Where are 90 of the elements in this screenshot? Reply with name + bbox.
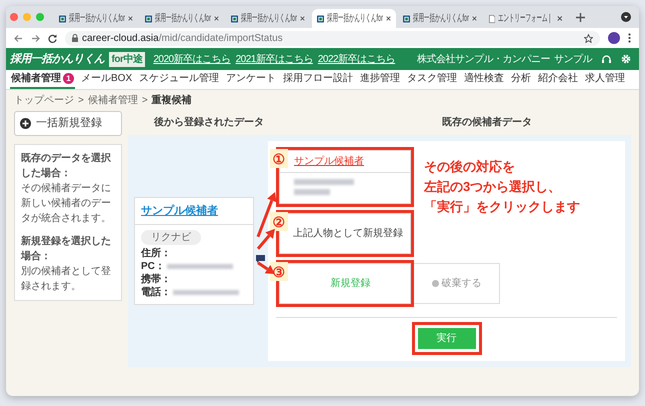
site-icon	[317, 14, 324, 24]
browser-tab[interactable]: 採用一括かんりくんfor	[140, 9, 224, 28]
nav-tab[interactable]: 候補者管理 1	[10, 70, 75, 89]
lock-icon	[72, 34, 78, 42]
tab-title: 採用一括かんりくんfor	[155, 12, 211, 26]
annotation-text: その後の対応を 左記の3つから選択し、 「実行」をクリックします	[424, 158, 580, 216]
browser-tab[interactable]: 採用一括かんりくんfor	[226, 9, 310, 28]
forward-icon[interactable]	[31, 34, 40, 42]
blurred-text	[294, 189, 330, 195]
dropdown-icon[interactable]	[621, 12, 631, 22]
close-icon[interactable]	[386, 15, 391, 22]
arrow	[257, 262, 275, 274]
source-tag: リクナビ	[141, 230, 201, 246]
close-icon[interactable]	[128, 15, 133, 22]
logo-text[interactable]: 採用一括かんりくん	[10, 50, 104, 68]
site-icon	[231, 14, 238, 24]
breadcrumb-separator: >	[142, 94, 148, 108]
column-heading: 既存の候補者データ	[442, 116, 532, 130]
browser-tab[interactable]: 採用一括かんりくんfor	[312, 9, 396, 28]
address-bar[interactable]: career-cloud.asia/mid/candidate/importStatus	[65, 30, 600, 46]
discard-option: 破棄する	[414, 263, 500, 304]
url-text: career-cloud.asia/mid/candidate/importStatus	[82, 32, 283, 46]
close-icon[interactable]	[472, 15, 477, 22]
window-control-dot[interactable]	[36, 13, 44, 21]
tab-title: 採用一括かんりくんfor	[69, 12, 125, 26]
nav-tab[interactable]: スケジュール管理	[138, 70, 220, 89]
new-tab-icon[interactable]	[576, 12, 585, 22]
close-icon[interactable]	[300, 15, 305, 22]
logo-badge: for中途	[108, 52, 146, 66]
step-number: ③	[270, 262, 288, 282]
close-icon[interactable]	[214, 15, 219, 22]
star-icon[interactable]	[584, 34, 593, 42]
bulk-register-button[interactable]: 一括新規登録	[14, 111, 122, 136]
site-icon	[145, 14, 152, 24]
document-icon	[489, 14, 496, 24]
header-link[interactable]: 2022新卒はこちら	[318, 52, 396, 66]
help-text: 別の候補者として登録されます。	[21, 264, 112, 294]
nav-tab[interactable]: メールBOX	[80, 70, 134, 89]
nav-tab[interactable]: アンケート	[225, 70, 278, 89]
nav-tab[interactable]: 適性検査	[463, 70, 506, 89]
site-icon	[59, 14, 66, 24]
nav-tab[interactable]: 紹介会社	[537, 70, 580, 89]
help-text: その候補者データに新しい候補者のデータが統合されます。	[21, 182, 112, 226]
help-heading: 新規登録を選択した場合：	[21, 234, 112, 264]
nav-tab[interactable]: 進捗管理	[359, 70, 402, 89]
field-label: PC：	[141, 260, 165, 274]
breadcrumb-item[interactable]: トップページ	[14, 93, 74, 108]
browser-tab[interactable]: エントリーフォーム |	[484, 9, 568, 28]
nav-tab[interactable]: タスク管理	[406, 70, 458, 89]
breadcrumb-item: 重複候補	[152, 94, 192, 108]
blurred-text	[294, 179, 354, 185]
field-label: 電話：	[141, 286, 171, 300]
tab-title: 採用一括かんりくんfor	[327, 12, 383, 26]
window-control-dot[interactable]	[10, 13, 18, 21]
comment-icon	[256, 254, 265, 263]
step-number: ①	[270, 149, 288, 168]
tab-title: 採用一括かんりくんfor	[241, 12, 297, 26]
window-control-dot[interactable]	[23, 13, 31, 21]
header-link[interactable]: 2021新卒はこちら	[236, 52, 313, 66]
menu-icon[interactable]	[628, 33, 631, 43]
reload-icon[interactable]	[48, 34, 57, 42]
nav-tab[interactable]: 求人管理	[584, 70, 626, 89]
candidate-link[interactable]: サンプル候補者	[294, 156, 364, 167]
count-badge: 1	[63, 73, 74, 84]
browser-tab[interactable]: 採用一括かんりくんfor	[398, 9, 482, 28]
user-name[interactable]: サンプル	[554, 52, 592, 66]
plus-circle-icon	[20, 118, 31, 129]
help-heading: 既存のデータを選択した場合：	[21, 152, 112, 180]
breadcrumb-item[interactable]: 候補者管理	[88, 93, 138, 108]
step-number: ②	[270, 212, 288, 232]
blurred-text	[173, 290, 239, 296]
header-link[interactable]: 2020新卒はこちら	[153, 52, 231, 66]
tab-title: エントリーフォーム |	[498, 12, 551, 26]
column-heading: 後から登録されたデータ	[154, 116, 264, 130]
tab-title: 採用一括かんりくんfor	[413, 12, 469, 26]
nav-tab[interactable]: 分析	[510, 70, 532, 89]
candidate-link[interactable]: サンプル候補者	[141, 204, 218, 217]
headset-icon[interactable]	[602, 54, 611, 64]
browser-tab[interactable]: 採用一括かんりくんfor	[54, 9, 138, 28]
site-icon	[403, 14, 410, 24]
blurred-text	[166, 264, 233, 270]
breadcrumb-separator: >	[78, 94, 84, 108]
back-icon[interactable]	[14, 34, 23, 42]
close-icon[interactable]	[557, 15, 563, 22]
field-label: 携帯：	[141, 273, 171, 286]
settings-icon[interactable]	[621, 54, 631, 64]
nav-tab[interactable]: 採用フロー設計	[282, 70, 354, 89]
company-name: 株式会社サンプル・カンパニー	[417, 52, 550, 66]
avatar-icon[interactable]	[608, 32, 620, 44]
field-label: 住所：	[141, 247, 171, 260]
